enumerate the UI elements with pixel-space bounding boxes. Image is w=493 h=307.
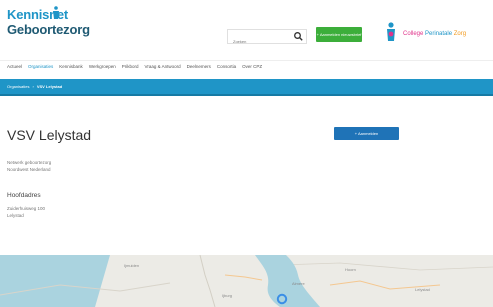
cpz-name: College Perinatale Zorg (403, 31, 466, 37)
meta-line: Netwerk geboortezorg (7, 160, 52, 165)
main-nav: Actueel Organisaties Kennisbank Werkgroe… (0, 60, 493, 74)
breadcrumb: Organisaties › VSV Lelystad (0, 79, 493, 94)
nav-item-consortia[interactable]: Consortia (217, 61, 236, 73)
site-header: Kennisnet Geboortezorg + Aanmelden nieuw… (0, 0, 493, 60)
nav-item-actueel[interactable]: Actueel (7, 61, 22, 73)
newsletter-signup-button[interactable]: + Aanmelden nieuwsbrief (316, 27, 362, 42)
address-line: Lelystad (7, 212, 24, 218)
logo-line-1: Kennisnet (7, 7, 69, 22)
address-line: Zuiderhuisweg 100 (7, 206, 46, 211)
cpz-word-1: College (403, 31, 424, 37)
nav-item-werkgroepen[interactable]: Werkgroepen (89, 61, 116, 73)
page-title: VSV Lelystad (7, 127, 92, 143)
search-input[interactable] (228, 35, 290, 48)
nav-item-over-cpz[interactable]: Over CPZ (242, 61, 262, 73)
map-label: Hoorn (345, 267, 356, 272)
address-heading: Hoofdadres (7, 192, 41, 199)
nav-item-vraag-antwoord[interactable]: Vraag & Antwoord (145, 61, 181, 73)
map-label: Lelystad (415, 287, 430, 292)
location-map[interactable]: Ijmuiden Ijburg Hoorn Almere Lelystad (0, 255, 493, 307)
breadcrumb-item-current: VSV Lelystad (36, 84, 63, 89)
logo-figure-icon (53, 6, 59, 19)
cpz-figure-icon (387, 22, 395, 41)
breadcrumb-item-organisaties[interactable]: Organisaties (7, 84, 29, 89)
map-water (0, 255, 110, 307)
meta-line: Noordwest Nederland (7, 166, 51, 172)
map-label: Ijburg (222, 293, 233, 298)
map-label: Almere (292, 281, 305, 286)
search-box (227, 29, 307, 48)
nav-item-organisaties[interactable]: Organisaties (28, 61, 53, 73)
breadcrumb-separator: › (32, 84, 34, 89)
breadcrumb-bar: Organisaties › VSV Lelystad (0, 79, 493, 96)
map-label: Ijmuiden (124, 263, 140, 268)
nav-item-kennisbank[interactable]: Kennisbank (59, 61, 83, 73)
organisation-meta: Netwerk geboortezorg Noordwest Nederland (7, 160, 51, 173)
nav-item-prikbord[interactable]: Prikbord (122, 61, 139, 73)
logo-line-2: Geboortezorg (7, 22, 90, 37)
cpz-word-3: Zorg (453, 31, 467, 37)
address-block: Zuiderhuisweg 100 Lelystad (7, 206, 45, 219)
search-icon[interactable] (293, 31, 304, 42)
nav-item-deelnemers[interactable]: Deelnemers (187, 61, 211, 73)
cpz-logo[interactable]: College Perinatale Zorg (385, 22, 493, 44)
add-button[interactable]: + Aanmelden (334, 127, 399, 140)
kennisnet-logo[interactable]: Kennisnet Geboortezorg (7, 8, 90, 36)
cpz-word-2: Perinatale (425, 31, 453, 37)
map-canvas (0, 255, 493, 307)
